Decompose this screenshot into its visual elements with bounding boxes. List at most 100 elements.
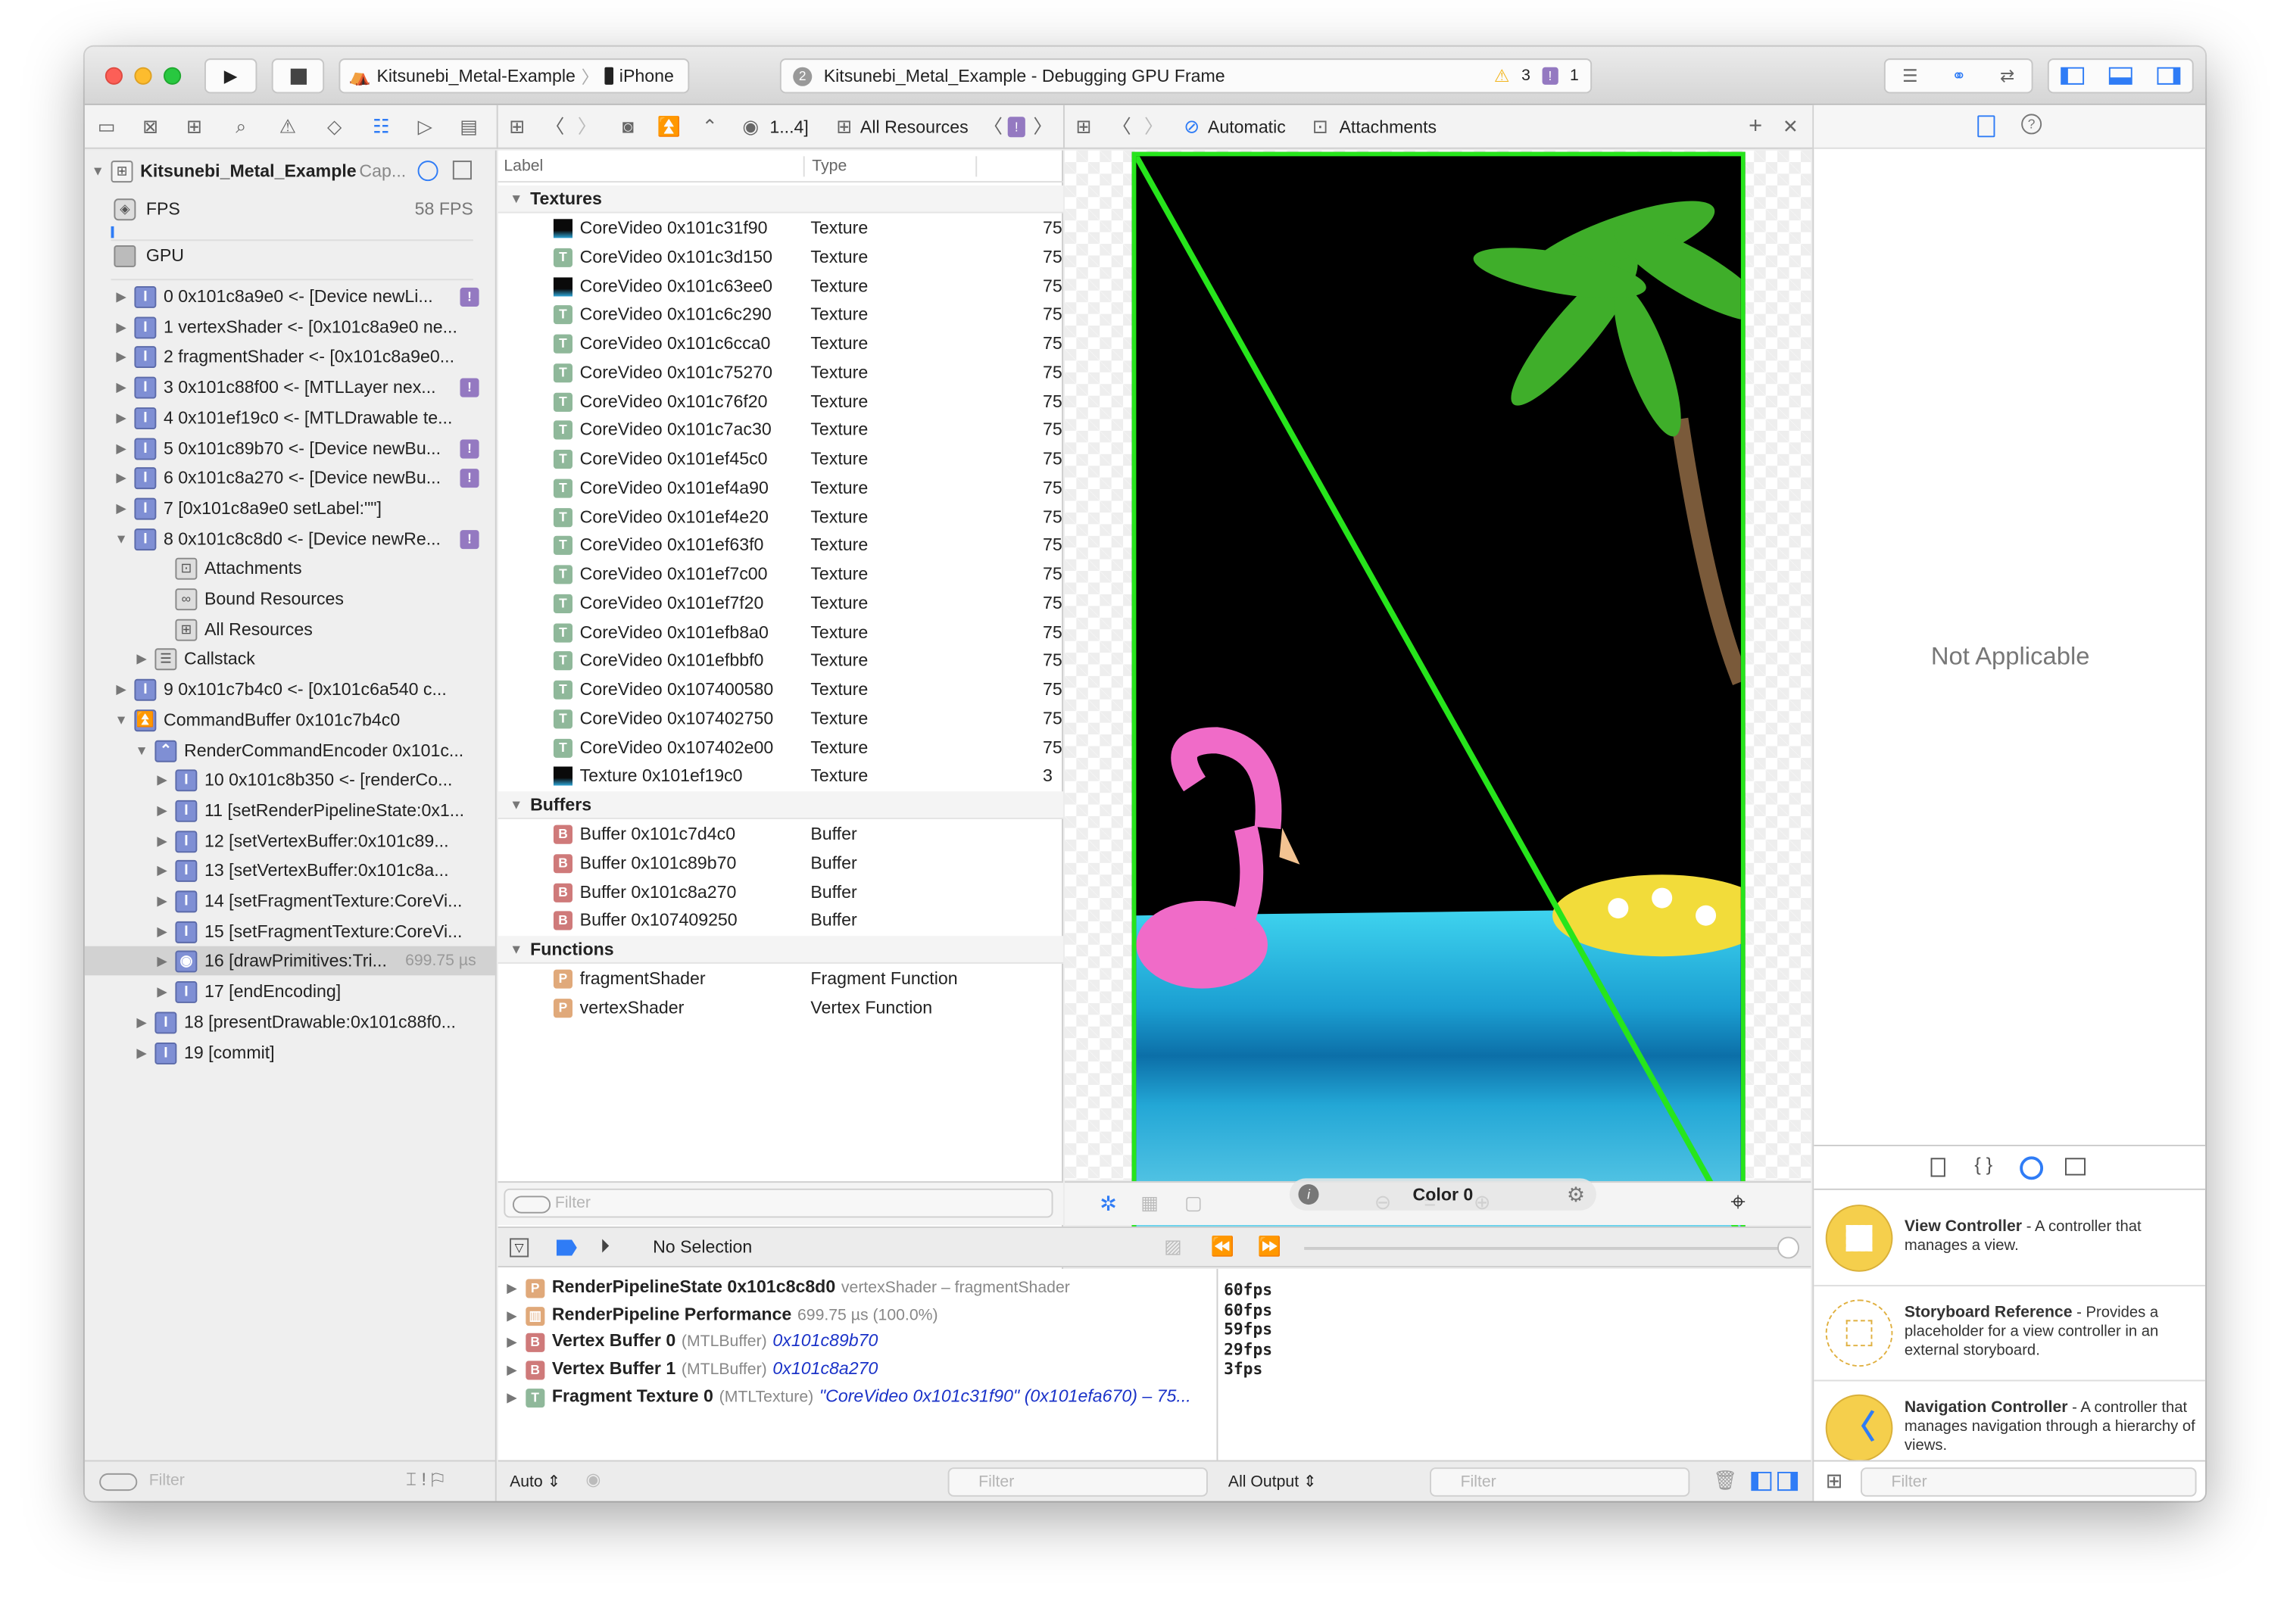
resource-row[interactable]: PfragmentShader Fragment Function <box>498 965 1063 994</box>
back-icon[interactable]: 〈 <box>539 105 571 149</box>
disclosure-closed-icon[interactable]: ▶ <box>134 644 148 674</box>
tree-row[interactable]: ▶ I 11 [setRenderPipelineState:0x1... <box>85 796 497 825</box>
variable-value[interactable]: "CoreVideo 0x101c31f90" (0x101efa670) – … <box>819 1386 1191 1406</box>
issue-badge[interactable]: ! <box>460 529 479 549</box>
forward-icon[interactable]: 〉 <box>571 105 603 149</box>
forward-icon[interactable]: 〉 <box>1137 105 1169 149</box>
disclosure-closed-icon[interactable]: ▶ <box>114 312 128 341</box>
frame-icon[interactable]: ▨ <box>1164 1236 1182 1259</box>
disclosure-closed-icon[interactable]: ▶ <box>154 887 169 916</box>
resource-row[interactable]: T CoreVideo 0x107402e00 Texture 75 <box>498 734 1063 762</box>
quick-look-icon[interactable]: ◉ <box>585 1469 601 1489</box>
disclosure-closed-icon[interactable]: ▶ <box>507 1335 516 1349</box>
resource-group-header[interactable]: ▼ Buffers <box>498 791 1063 819</box>
disclosure-closed-icon[interactable]: ▶ <box>154 856 169 886</box>
command-buffer-icon[interactable]: ⏫ <box>653 105 685 149</box>
fps-gauge-row[interactable]: ◈ FPS 58 FPS <box>85 194 497 226</box>
column-type[interactable]: Type <box>812 151 847 182</box>
column-label[interactable]: Label <box>504 151 543 182</box>
project-navigator-icon[interactable]: ▭ <box>91 105 123 149</box>
resource-group-header[interactable]: ▼ Functions <box>498 936 1063 964</box>
disclosure-closed-icon[interactable]: ▶ <box>114 433 128 463</box>
resource-row[interactable]: T CoreVideo 0x101ef7f20 Texture 75 <box>498 590 1063 619</box>
related-items-icon[interactable]: ⊞ <box>1068 105 1100 149</box>
related-items-icon[interactable]: ⊞ <box>501 105 532 149</box>
disclosure-closed-icon[interactable]: ▶ <box>114 463 128 493</box>
disclosure-open-icon[interactable]: ▼ <box>134 735 148 765</box>
variable-row[interactable]: ▶ ▥ RenderPipeline Performance 699.75 µs (1… <box>507 1301 938 1327</box>
step-forward-icon[interactable]: ⏩ <box>1257 1236 1281 1259</box>
issue-badge[interactable]: ! <box>460 469 479 488</box>
hide-debug-area-icon[interactable]: ▽ <box>510 1238 529 1258</box>
console-filter-input[interactable]: Filter <box>1430 1467 1690 1497</box>
tree-row[interactable]: ▶ I 3 0x101c88f00 <- [MTLLayer nex...! <box>85 372 497 402</box>
resource-row[interactable]: T CoreVideo 0x101c6cca0 Texture 75 <box>498 330 1063 359</box>
disclosure-closed-icon[interactable]: ▶ <box>114 403 128 432</box>
step-back-icon[interactable]: ⏪ <box>1211 1236 1234 1259</box>
issue-navigator-icon[interactable]: ⚠ <box>272 105 304 149</box>
tree-row[interactable]: ▼ I 8 0x101c8c8d0 <- [Device newRe...! <box>85 524 497 553</box>
issue-badge[interactable]: ! <box>460 378 479 397</box>
source-control-icon[interactable]: ⊠ <box>134 105 166 149</box>
run-button[interactable]: ▶ <box>204 58 257 94</box>
variable-row[interactable]: ▶ B Vertex Buffer 1 (MTLBuffer) 0x101c8a270 <box>507 1355 878 1382</box>
show-console-icon[interactable] <box>1777 1471 1799 1492</box>
disclosure-open-icon[interactable]: ▼ <box>114 705 128 734</box>
toggle-navigator-icon[interactable] <box>2061 67 2085 85</box>
disclosure-closed-icon[interactable]: ▶ <box>154 765 169 795</box>
tree-row[interactable]: ▼ ⏫ CommandBuffer 0x101c7b4c0 <box>85 705 497 734</box>
resource-row[interactable]: CoreVideo 0x101c31f90 Texture 75 <box>498 214 1063 243</box>
resource-row[interactable]: Texture 0x101ef19c0 Texture 3 <box>498 762 1063 791</box>
variable-row[interactable]: ▶ T Fragment Texture 0 (MTLTexture) "CoreVid… <box>507 1382 1191 1409</box>
library-filter-input[interactable]: Filter <box>1860 1467 2197 1497</box>
disclosure-open-icon[interactable]: ▼ <box>510 791 523 819</box>
issue-icon[interactable]: ! <box>1542 67 1558 85</box>
disclosure-closed-icon[interactable]: ▶ <box>114 342 128 372</box>
issue-badge[interactable]: ! <box>460 438 479 458</box>
channels-icon[interactable]: ✲ <box>1100 1192 1117 1217</box>
assistant-editor-icon[interactable]: ⚭ <box>1951 66 1966 86</box>
disclosure-open-icon[interactable]: ▼ <box>510 936 523 964</box>
capture-root-row[interactable]: ▼ ⊞ Kitsunebi_Metal_Example Cap... <box>85 156 497 185</box>
file-inspector-icon[interactable] <box>1977 115 1995 138</box>
warning-count[interactable]: 3 <box>1521 67 1530 85</box>
debug-navigator-icon[interactable]: ☷ <box>365 105 397 149</box>
close-editor-icon[interactable]: ✕ <box>1774 105 1806 149</box>
trace-icon[interactable]: ◙ <box>612 105 644 149</box>
resource-row[interactable]: B Buffer 0x107409250 Buffer <box>498 907 1063 936</box>
previous-issue-icon[interactable]: 〈 <box>977 105 1009 149</box>
version-editor-icon[interactable]: ⇄ <box>2000 66 2014 86</box>
resource-row[interactable]: T CoreVideo 0x101c75270 Texture 75 <box>498 359 1063 388</box>
tree-row[interactable]: ▶ I 18 [presentDrawable:0x101c88f0... <box>85 1007 497 1036</box>
show-variables-icon[interactable] <box>1751 1471 1772 1492</box>
file-template-icon[interactable] <box>1930 1158 1945 1177</box>
grid-view-icon[interactable]: ⊞ <box>1826 1469 1843 1494</box>
tree-row[interactable]: ▶ ◉ 16 [drawPrimitives:Tri... 699.75 µs <box>84 946 497 977</box>
disclosure-closed-icon[interactable]: ▶ <box>154 826 169 856</box>
wireframe-icon[interactable]: ▢ <box>1184 1192 1203 1215</box>
tree-row[interactable]: ▶ I 10 0x101c8b350 <- [renderCo... <box>85 765 497 795</box>
library-item[interactable]: View Controller - A controller that mana… <box>1814 1192 2206 1287</box>
tree-row[interactable]: ▶ I 14 [setFragmentTexture:CoreVi... <box>85 887 497 916</box>
draw-call-icon[interactable]: ◉ <box>735 105 766 149</box>
minimize-window-button[interactable] <box>134 67 152 85</box>
console-view[interactable]: 60fps 60fps 59fps 29fps 3fps <box>1216 1268 1811 1460</box>
stop-button[interactable] <box>271 58 325 94</box>
resource-row[interactable]: T CoreVideo 0x101ef7c00 Texture 75 <box>498 561 1063 590</box>
hierarchy-toggle-icon[interactable] <box>452 161 472 180</box>
tree-row[interactable]: ▶ I 13 [setVertexBuffer:0x101c8a... <box>85 856 497 886</box>
disclosure-closed-icon[interactable]: ▶ <box>134 1007 148 1036</box>
disclosure-open-icon[interactable]: ▼ <box>114 524 128 553</box>
tree-row[interactable]: ▶ I 0 0x101c8a9e0 <- [Device newLi...! <box>85 282 497 311</box>
info-icon[interactable]: i <box>1298 1184 1319 1205</box>
resource-row[interactable]: T CoreVideo 0x101ef45c0 Texture 75 <box>498 445 1063 474</box>
tree-row[interactable]: ⊡ Attachments <box>85 554 497 584</box>
tree-row[interactable]: ▶ I 7 [0x101c8a9e0 setLabel:""] <box>85 494 497 523</box>
resource-row[interactable]: CoreVideo 0x101c63ee0 Texture 75 <box>498 273 1063 301</box>
toggle-inspector-icon[interactable] <box>2156 67 2180 85</box>
zoom-window-button[interactable] <box>163 67 182 85</box>
breadcrumb-current[interactable]: Attachments <box>1339 105 1437 149</box>
resource-row[interactable]: T CoreVideo 0x101ef4e20 Texture 75 <box>498 503 1063 531</box>
disclosure-closed-icon[interactable]: ▶ <box>507 1390 516 1404</box>
resource-row[interactable]: T CoreVideo 0x101ef4a90 Texture 75 <box>498 474 1063 503</box>
